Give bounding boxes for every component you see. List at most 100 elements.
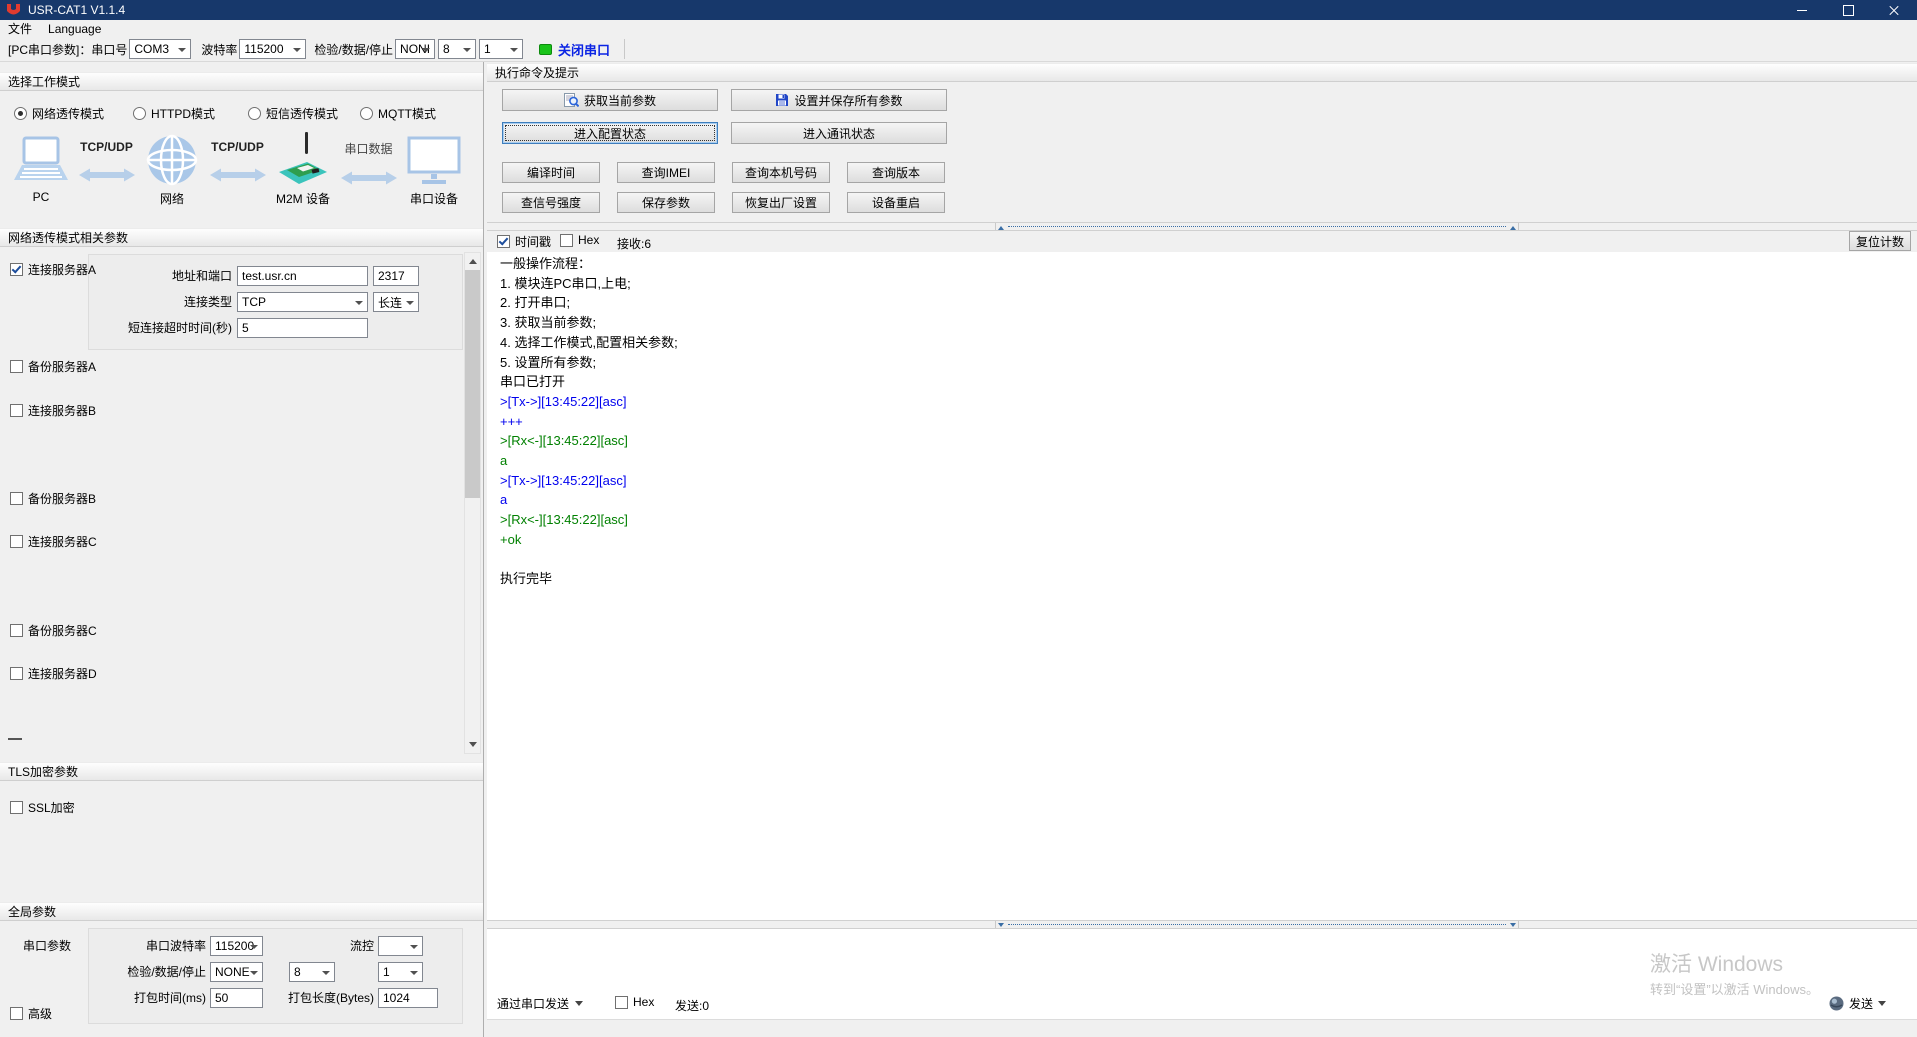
minimize-button[interactable] [1779, 0, 1825, 20]
mode-radio-net-passthrough[interactable]: 网络透传模式 [14, 105, 104, 122]
checkbox-recv-hex[interactable]: Hex [560, 233, 599, 247]
checkbox-icon [10, 404, 23, 417]
menu-file[interactable]: 文件 [0, 20, 40, 37]
checkbox-icon [10, 492, 23, 505]
link-label: 串口数据 [344, 140, 392, 157]
databits-select[interactable]: 8 [438, 39, 476, 59]
button-label: 编译时间 [527, 164, 575, 181]
link-label: TCP/UDP [211, 140, 264, 154]
query-phone-number-button[interactable]: 查询本机号码 [732, 162, 830, 183]
activate-windows-watermark: 激活 Windows [1650, 948, 1783, 978]
serial-baud-select[interactable]: 115200 [210, 936, 263, 956]
factory-reset-button[interactable]: 恢复出厂设置 [732, 192, 830, 213]
checkbox-ssl[interactable]: SSL加密 [10, 799, 75, 816]
checkbox-connect-server-d[interactable]: 连接服务器D [10, 665, 97, 682]
network-params-scrollbar[interactable] [464, 252, 481, 754]
checkbox-icon [615, 996, 628, 1009]
server-port-input[interactable]: 2317 [373, 266, 419, 286]
checkbox-label: 备份服务器C [28, 622, 97, 639]
log-line: +++ [487, 412, 1917, 432]
keepalive-select[interactable]: 长连 [373, 292, 419, 312]
get-params-button[interactable]: 获取当前参数 [502, 89, 718, 111]
double-arrow-icon [209, 167, 267, 183]
stopbits-select[interactable]: 1 [479, 39, 523, 59]
serial-parity-select[interactable]: NONE [210, 962, 263, 982]
packtime-input[interactable]: 50 [210, 988, 263, 1008]
send-button[interactable]: 发送 [1829, 991, 1886, 1015]
receive-log[interactable]: 一般操作流程： 1. 模块连PC串口,上电; 2. 打开串口; 3. 获取当前参… [487, 252, 1917, 922]
server-address-input[interactable]: test.usr.cn [237, 266, 368, 286]
query-version-button[interactable]: 查询版本 [847, 162, 945, 183]
checkbox-backup-server-b[interactable]: 备份服务器B [10, 490, 96, 507]
checkbox-connect-server-a[interactable]: 连接服务器A [10, 261, 96, 278]
enter-config-state-button[interactable]: 进入配置状态 [502, 122, 718, 144]
checkbox-label: Hex [578, 233, 599, 247]
log-line: >[Tx->][13:45:22][asc] [487, 471, 1917, 491]
checkbox-backup-server-c[interactable]: 备份服务器C [10, 622, 97, 639]
set-save-params-button[interactable]: 设置并保存所有参数 [731, 89, 947, 111]
log-line: >[Rx<-][13:45:22][asc] [487, 431, 1917, 451]
radio-selected-icon [14, 107, 27, 120]
serial-databits-select[interactable]: 8 [289, 962, 335, 982]
window-controls [1779, 0, 1917, 20]
reset-counter-button[interactable]: 复位计数 [1849, 231, 1911, 251]
button-label: 查询本机号码 [745, 164, 817, 181]
diagram-node-pc: PC [10, 132, 72, 224]
send-via-serial-dropdown[interactable]: 通过串口发送 [497, 995, 583, 1012]
parity-select[interactable]: NONI [395, 39, 435, 59]
mode-radio-mqtt[interactable]: MQTT模式 [360, 105, 436, 122]
recv-count: 接收:6 [617, 235, 651, 252]
dropdown-arrow-icon [575, 1001, 583, 1010]
serial-baud-label: 串口波特率 [88, 936, 206, 956]
send-count: 发送:0 [675, 997, 709, 1014]
app-window: USR-CAT1 V1.1.4 文件 Language [PC串口参数]：串口号… [0, 0, 1917, 1037]
packtime-label: 打包时间(ms) [88, 988, 206, 1008]
query-signal-button[interactable]: 查信号强度 [502, 192, 600, 213]
splitter-handle[interactable] [995, 223, 1519, 230]
double-arrow-icon [78, 167, 136, 183]
scroll-down-icon[interactable] [465, 737, 480, 753]
packlen-input[interactable]: 1024 [378, 988, 438, 1008]
mode-radio-httpd[interactable]: HTTPD模式 [133, 105, 215, 122]
send-via-label: 通过串口发送 [497, 995, 569, 1012]
log-line: a [487, 451, 1917, 471]
scroll-up-icon[interactable] [465, 253, 480, 269]
short-timeout-input[interactable]: 5 [237, 318, 368, 338]
serial-open-indicator-icon [539, 44, 552, 55]
checkbox-send-hex[interactable]: Hex [615, 995, 654, 1009]
menu-language[interactable]: Language [40, 20, 109, 37]
splitter-handle[interactable] [995, 921, 1519, 928]
log-line: >[Tx->][13:45:22][asc] [487, 392, 1917, 412]
close-button[interactable] [1871, 0, 1917, 20]
baud-select[interactable]: 115200 [239, 39, 306, 59]
serial-stopbits-select[interactable]: 1 [378, 962, 423, 982]
com-port-select[interactable]: COM3 [129, 39, 191, 59]
checkbox-connect-server-c[interactable]: 连接服务器C [10, 533, 97, 550]
checkbox-connect-server-b[interactable]: 连接服务器B [10, 402, 96, 419]
checkbox-icon [10, 535, 23, 548]
device-restart-button[interactable]: 设备重启 [847, 192, 945, 213]
flow-control-select[interactable] [378, 936, 423, 956]
checkbox-backup-server-a[interactable]: 备份服务器A [10, 358, 96, 375]
compile-time-button[interactable]: 编译时间 [502, 162, 600, 183]
query-imei-button[interactable]: 查询IMEI [617, 162, 715, 183]
scrollbar-thumb[interactable] [465, 270, 480, 498]
checkbox-advanced[interactable]: 高级 [10, 1005, 52, 1022]
window-title: USR-CAT1 V1.1.4 [28, 3, 125, 17]
search-doc-icon [564, 93, 579, 107]
button-label: 保存参数 [642, 194, 690, 211]
checkbox-label: 时间戳 [515, 233, 551, 250]
maximize-button[interactable] [1825, 0, 1871, 20]
checkbox-label: 连接服务器B [28, 402, 96, 419]
command-header: 执行命令及提示 [487, 63, 1917, 82]
mode-radio-sms-passthrough[interactable]: 短信透传模式 [248, 105, 338, 122]
diagram-node-serial-device: 串口设备 [403, 132, 465, 224]
m2m-module-icon [275, 132, 331, 186]
save-params-button[interactable]: 保存参数 [617, 192, 715, 213]
conn-type-select[interactable]: TCP [237, 292, 368, 312]
close-serial-button[interactable]: 关闭串口 [539, 40, 610, 59]
checkbox-label: 高级 [28, 1005, 52, 1022]
checkbox-timestamp[interactable]: 时间戳 [497, 233, 551, 250]
checkbox-checked-icon [10, 263, 23, 276]
enter-comm-state-button[interactable]: 进入通讯状态 [731, 122, 947, 144]
